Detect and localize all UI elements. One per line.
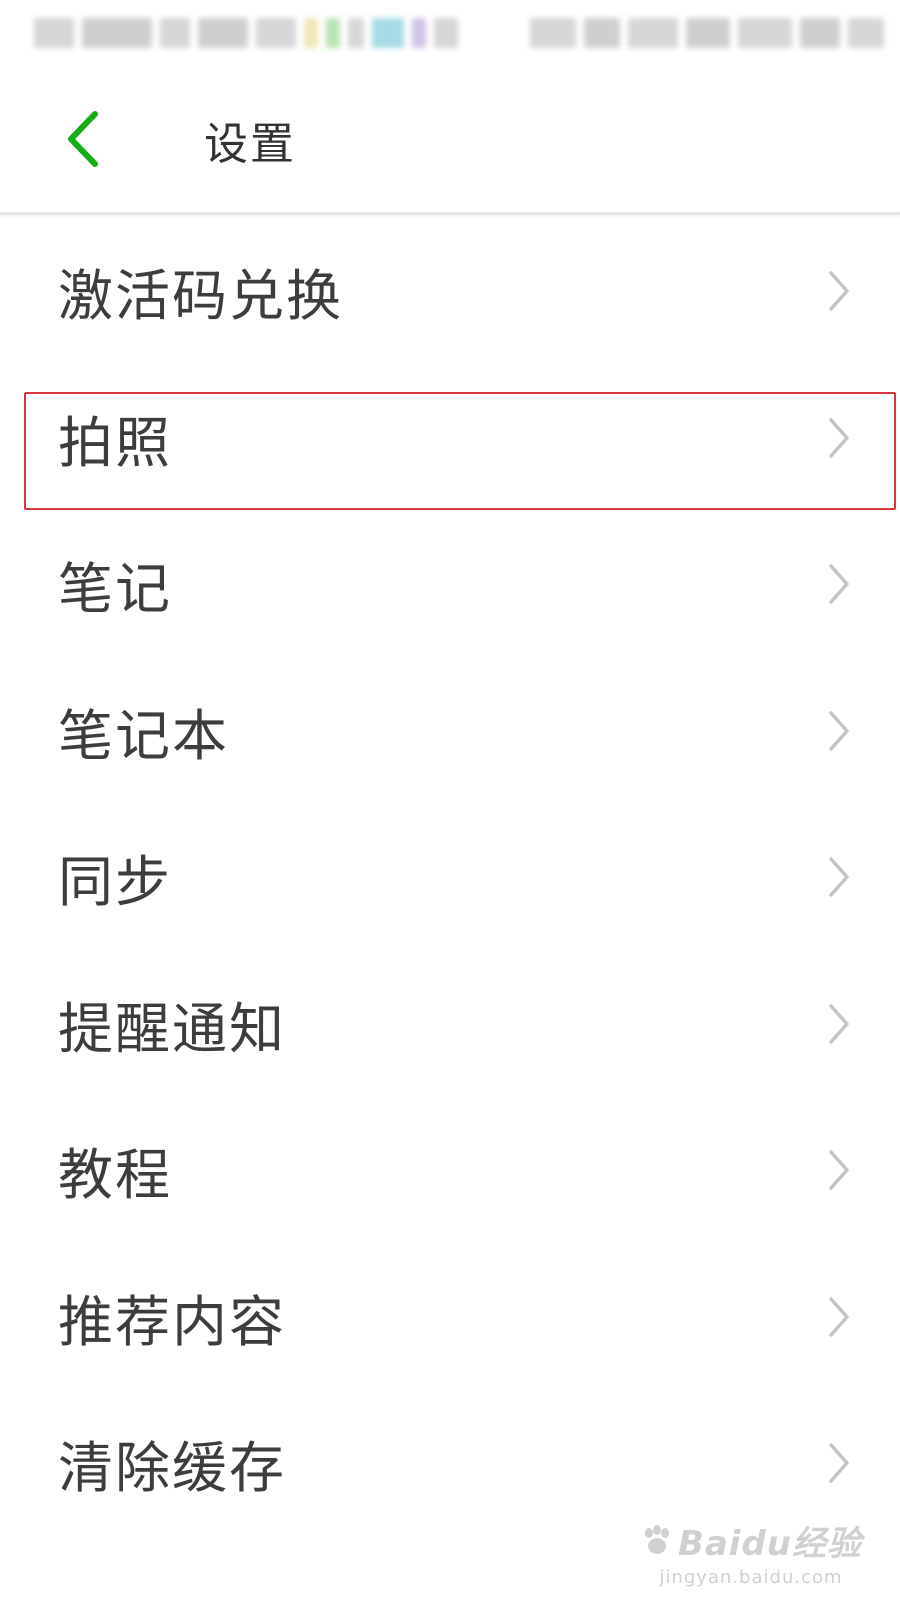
chevron-right-icon — [829, 1443, 849, 1483]
watermark-brand: Baidu经验 — [677, 1524, 862, 1564]
settings-item-label: 清除缓存 — [58, 1436, 287, 1501]
settings-item-label: 同步 — [58, 850, 173, 915]
watermark-url: jingyan.baidu.com — [659, 1567, 843, 1588]
status-bar-right-blurred — [530, 16, 884, 50]
paw-icon — [644, 1524, 669, 1554]
chevron-right-icon — [829, 1004, 849, 1044]
settings-item-sync[interactable]: 同步 — [0, 804, 900, 951]
chevron-right-icon — [829, 711, 849, 751]
chevron-left-icon — [68, 111, 98, 167]
settings-item-label: 笔记本 — [58, 703, 230, 768]
status-bar — [0, 0, 900, 70]
back-button[interactable] — [48, 98, 118, 180]
chevron-right-icon — [829, 418, 849, 458]
page-title: 设置 — [204, 119, 296, 170]
settings-screen: 设置 激活码兑换 拍照 笔记 笔记本 同步 提醒通知 教程 推荐内容 清除缓存 … — [0, 0, 900, 1600]
settings-item-label: 提醒通知 — [58, 996, 287, 1061]
settings-item-label: 激活码兑换 — [58, 264, 344, 329]
settings-item-label: 推荐内容 — [58, 1289, 287, 1354]
settings-item-label: 教程 — [58, 1143, 173, 1208]
settings-item-notebook[interactable]: 笔记本 — [0, 658, 900, 805]
watermark: Baidu经验 jingyan.baidu.com — [640, 1516, 862, 1588]
settings-item-label: 拍照 — [58, 410, 173, 475]
settings-item-tutorial[interactable]: 教程 — [0, 1097, 900, 1244]
chevron-right-icon — [829, 564, 849, 604]
chevron-right-icon — [829, 857, 849, 897]
settings-item-reminders[interactable]: 提醒通知 — [0, 951, 900, 1098]
chevron-right-icon — [829, 271, 849, 311]
chevron-right-icon — [829, 1297, 849, 1337]
settings-item-label: 笔记 — [58, 557, 173, 622]
settings-item-clear-cache[interactable]: 清除缓存 — [0, 1390, 900, 1537]
top-app-bar: 设置 — [0, 70, 900, 215]
settings-item-notes[interactable]: 笔记 — [0, 511, 900, 658]
chevron-right-icon — [829, 1150, 849, 1190]
status-bar-left-blurred — [34, 16, 458, 50]
settings-item-activation-code[interactable]: 激活码兑换 — [0, 218, 900, 365]
settings-list: 激活码兑换 拍照 笔记 笔记本 同步 提醒通知 教程 推荐内容 清除缓存 — [0, 218, 900, 1537]
settings-item-recommended[interactable]: 推荐内容 — [0, 1244, 900, 1391]
settings-item-camera[interactable]: 拍照 — [0, 365, 900, 512]
